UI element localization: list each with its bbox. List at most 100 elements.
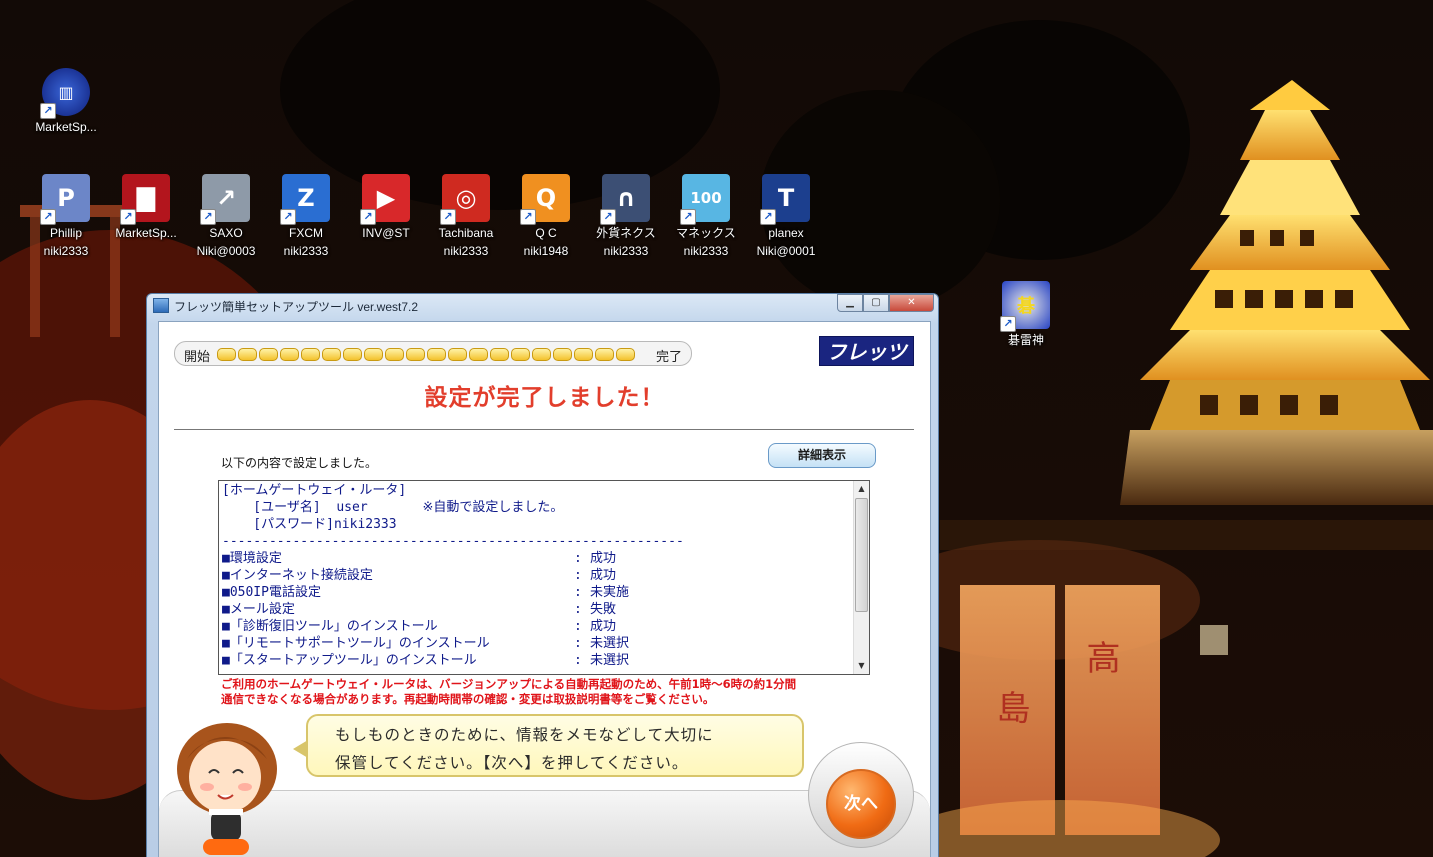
desktop-icon[interactable]: ∩ ↗ 外貨ネクス niki2333 <box>586 174 666 260</box>
desktop-icon-marketspeed[interactable]: ▥ ↗ MarketSp... <box>26 68 106 136</box>
shortcut-arrow-icon: ↗ <box>40 209 56 225</box>
progress-segment <box>595 348 614 361</box>
desktop-icon[interactable]: ◎ ↗ Tachibana niki2333 <box>426 174 506 260</box>
result-item-status: 未選択 <box>590 653 630 668</box>
result-row: ■「スタートアップツール」のインストール: 未選択 <box>222 652 850 669</box>
window-client-area: 開始 完了 フレッツ 設定が完了しました！ 以下の内容で設定しました。 詳細表示… <box>158 321 931 857</box>
progress-segment <box>532 348 551 361</box>
desktop-icon[interactable]: Z ↗ FXCM niki2333 <box>266 174 346 260</box>
app-shortcut-icon: ↗ ↗ <box>200 174 250 225</box>
shortcut-arrow-icon: ↗ <box>520 209 536 225</box>
result-item-name: ■「診断復旧ツール」のインストール <box>222 619 438 634</box>
desktop-icon-label: INV@ST <box>362 226 410 240</box>
desktop-icon[interactable]: P ↗ Phillip niki2333 <box>26 174 106 260</box>
app-shortcut-icon: ▶ ↗ <box>360 174 410 225</box>
progress-end-label: 完了 <box>655 350 682 365</box>
progress-segments <box>217 348 635 361</box>
desktop-icon[interactable]: T ↗ planex Niki@0001 <box>746 174 826 260</box>
result-row: ■050IP電話設定: 未実施 <box>222 584 850 601</box>
app-shortcut-icon: Z ↗ <box>280 174 330 225</box>
shortcut-arrow-icon: ↗ <box>280 209 296 225</box>
separator-rule: ----------------------------------------… <box>222 534 684 549</box>
router-username-line: [ユーザ名] user ※自動で設定しました。 <box>222 500 564 515</box>
progress-segment <box>343 348 362 361</box>
desktop-icon-sublabel: niki2333 <box>443 244 489 258</box>
desktop-icon[interactable]: 100 ↗ マネックス niki2333 <box>666 174 746 260</box>
minimize-button[interactable]: ▁ <box>837 294 863 312</box>
shortcut-arrow-icon: ↗ <box>120 209 136 225</box>
scroll-down-arrow-icon[interactable]: ▼ <box>854 658 869 674</box>
progress-segment <box>511 348 530 361</box>
marketspeed-icon: ▥ ↗ <box>40 68 90 119</box>
desktop-icon-sublabel: niki2333 <box>283 244 329 258</box>
next-button[interactable]: 次へ <box>826 769 896 839</box>
result-item-status: 成功 <box>590 619 617 634</box>
desktop-icon-label: 外貨ネクス <box>596 226 656 240</box>
shortcut-arrow-icon: ↗ <box>440 209 456 225</box>
guide-mascot <box>177 723 277 855</box>
result-colon: : <box>574 653 582 668</box>
desktop-icon-sublabel: Niki@0003 <box>196 244 256 258</box>
shortcut-arrow-icon: ↗ <box>600 209 616 225</box>
result-item-name: ■「スタートアップツール」のインストール <box>222 653 477 668</box>
app-shortcut-icon: ∩ ↗ <box>600 174 650 225</box>
desktop-icon[interactable]: ↗ ↗ SAXO Niki@0003 <box>186 174 266 260</box>
desktop-icon-sublabel: niki2333 <box>683 244 729 258</box>
result-item-status: 未選択 <box>590 636 630 651</box>
desktop-icon-goraijin[interactable]: 碁 ↗ 碁雷神 <box>986 281 1066 349</box>
result-item-name: ■メール設定 <box>222 602 295 617</box>
shortcut-arrow-icon: ↗ <box>680 209 696 225</box>
goraijin-icon: 碁 ↗ <box>1000 281 1050 332</box>
progress-segment <box>490 348 509 361</box>
desktop-icon-label: Q C <box>535 226 557 240</box>
progress-segment <box>469 348 488 361</box>
desktop-icon-sublabel: niki1948 <box>523 244 569 258</box>
result-colon: : <box>574 585 582 600</box>
result-item-status: 成功 <box>590 568 617 583</box>
result-colon: : <box>574 619 582 634</box>
flets-logo: フレッツ <box>819 336 914 366</box>
result-item-status: 未実施 <box>590 585 630 600</box>
vertical-scrollbar[interactable]: ▲ ▼ <box>853 481 869 674</box>
progress-segment <box>574 348 593 361</box>
result-row: ■インターネット接続設定: 成功 <box>222 567 850 584</box>
result-colon: : <box>574 602 582 617</box>
app-shortcut-icon: 100 ↗ <box>680 174 730 225</box>
progress-segment <box>448 348 467 361</box>
shortcut-arrow-icon: ↗ <box>360 209 376 225</box>
desktop-icon-label: FXCM <box>289 226 323 240</box>
svg-text:島: 島 <box>990 690 1030 724</box>
desktop-icon-label: Tachibana <box>438 226 494 240</box>
app-icon <box>153 298 169 313</box>
result-colon: : <box>574 551 582 566</box>
progress-segment <box>280 348 299 361</box>
restart-notice-line-2: 通信できなくなる場合があります。再起動時間帯の確認・変更は取扱説明書等をご覧くだ… <box>221 692 715 706</box>
progress-start-label: 開始 <box>184 350 211 365</box>
settings-result-textbox[interactable]: [ホームゲートウェイ・ルータ] [ユーザ名] user ※自動で設定しました。 … <box>218 480 870 675</box>
scroll-up-arrow-icon[interactable]: ▲ <box>854 481 869 497</box>
result-item-status: 失敗 <box>590 602 617 617</box>
detail-view-button[interactable]: 詳細表示 <box>768 443 876 468</box>
desktop-icon[interactable]: ▶ ↗ INV@ST <box>346 174 426 242</box>
progress-segment <box>301 348 320 361</box>
desktop-icon-label: 碁雷神 <box>1007 333 1044 347</box>
app-shortcut-icon: T ↗ <box>760 174 810 225</box>
bubble-line-1: もしものときのために、情報をメモなどして大切に <box>335 726 714 744</box>
desktop-icon-label: Phillip <box>49 226 82 240</box>
setup-progress-bar: 開始 完了 <box>174 341 692 366</box>
scroll-thumb[interactable] <box>855 498 868 612</box>
progress-segment <box>364 348 383 361</box>
window-titlebar[interactable]: フレッツ簡単セットアップツール ver.west7.2 ▁ ▢ ✕ <box>147 294 938 318</box>
settings-result-text: [ホームゲートウェイ・ルータ] [ユーザ名] user ※自動で設定しました。 … <box>222 482 850 669</box>
result-item-status: 成功 <box>590 551 617 566</box>
desktop-icon-label: SAXO <box>209 226 243 240</box>
close-button[interactable]: ✕ <box>889 294 934 312</box>
maximize-button[interactable]: ▢ <box>863 294 889 312</box>
router-password-line: [パスワード]niki2333 <box>222 517 397 532</box>
restart-notice: ご利用のホームゲートウェイ・ルータは、バージョンアップによる自動再起動のため、午… <box>221 677 881 707</box>
desktop-icon[interactable]: ▇ ↗ MarketSp... <box>106 174 186 242</box>
result-row: ■メール設定: 失敗 <box>222 601 850 618</box>
app-shortcut-icon: P ↗ <box>40 174 90 225</box>
intro-text: 以下の内容で設定しました。 <box>221 456 378 470</box>
desktop-icon[interactable]: Q ↗ Q C niki1948 <box>506 174 586 260</box>
